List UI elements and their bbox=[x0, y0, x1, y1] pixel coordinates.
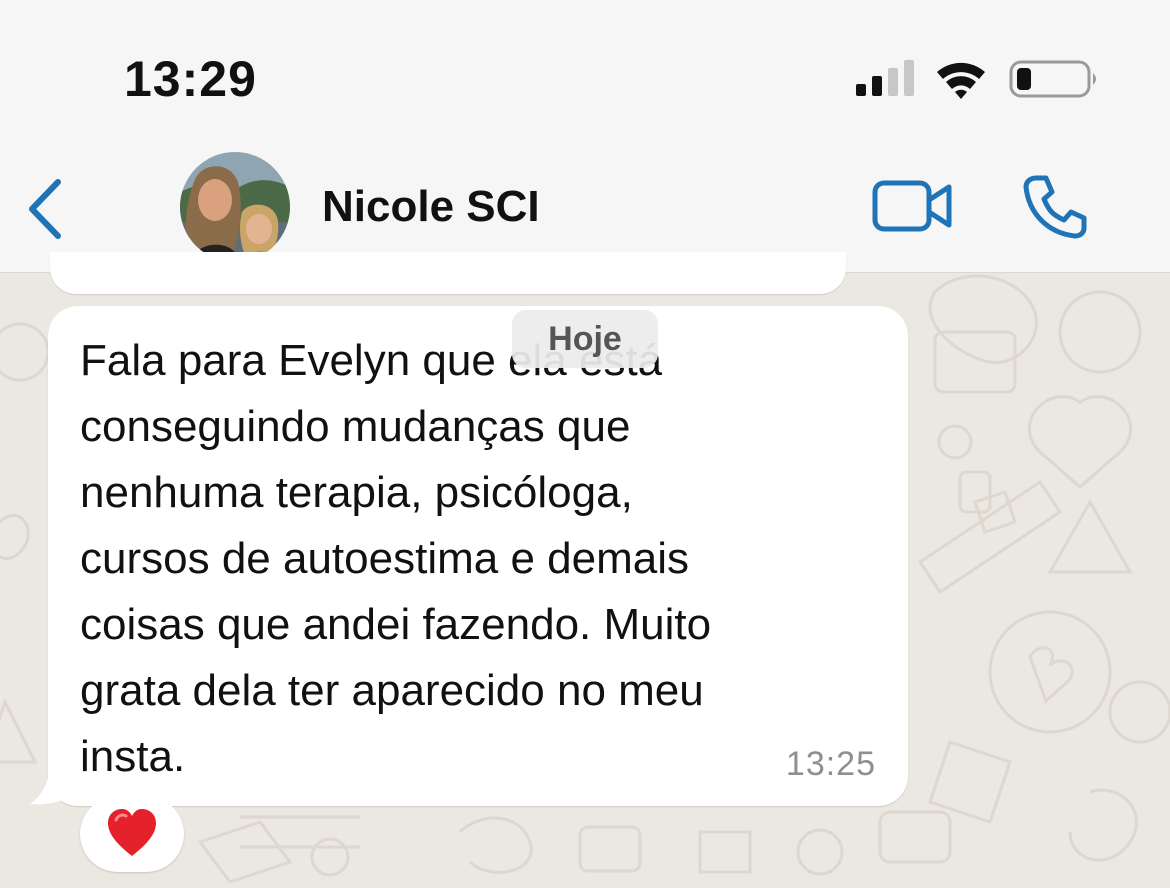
bubble-tail bbox=[30, 760, 80, 805]
voice-call-button[interactable] bbox=[1022, 174, 1088, 240]
contact-avatar[interactable] bbox=[180, 152, 290, 262]
message-line: cursos de autoestima e demais bbox=[80, 534, 689, 583]
message-bubble[interactable]: Fala para Evelyn que ela está conseguind… bbox=[48, 306, 908, 806]
video-call-button[interactable] bbox=[872, 178, 954, 234]
cellular-signal-icon bbox=[856, 60, 914, 96]
phone-icon bbox=[1023, 175, 1087, 239]
message-text: Fala para Evelyn que ela está conseguind… bbox=[80, 328, 880, 790]
status-time: 13:29 bbox=[124, 51, 257, 107]
date-separator: Hoje bbox=[512, 310, 658, 368]
message-reaction[interactable] bbox=[80, 796, 184, 872]
contact-name[interactable]: Nicole SCI bbox=[322, 182, 540, 232]
message-timestamp: 13:25 bbox=[785, 745, 876, 783]
heart-icon bbox=[108, 809, 156, 856]
battery-low-icon bbox=[1009, 60, 1096, 98]
previous-message-bubble bbox=[50, 252, 846, 294]
message-line: nenhuma terapia, psicóloga, bbox=[80, 468, 633, 517]
message-line: coisas que andei fazendo. Muito bbox=[80, 600, 712, 649]
wifi-icon bbox=[937, 62, 985, 99]
status-bar: 13:29 bbox=[0, 0, 1170, 150]
message-line: grata dela ter aparecido no meu bbox=[80, 666, 704, 715]
chevron-left-icon bbox=[29, 179, 61, 239]
message-line: insta. bbox=[80, 732, 186, 781]
video-camera-icon bbox=[872, 180, 952, 232]
message-line: conseguindo mudanças que bbox=[80, 402, 631, 451]
back-button[interactable] bbox=[22, 178, 68, 240]
